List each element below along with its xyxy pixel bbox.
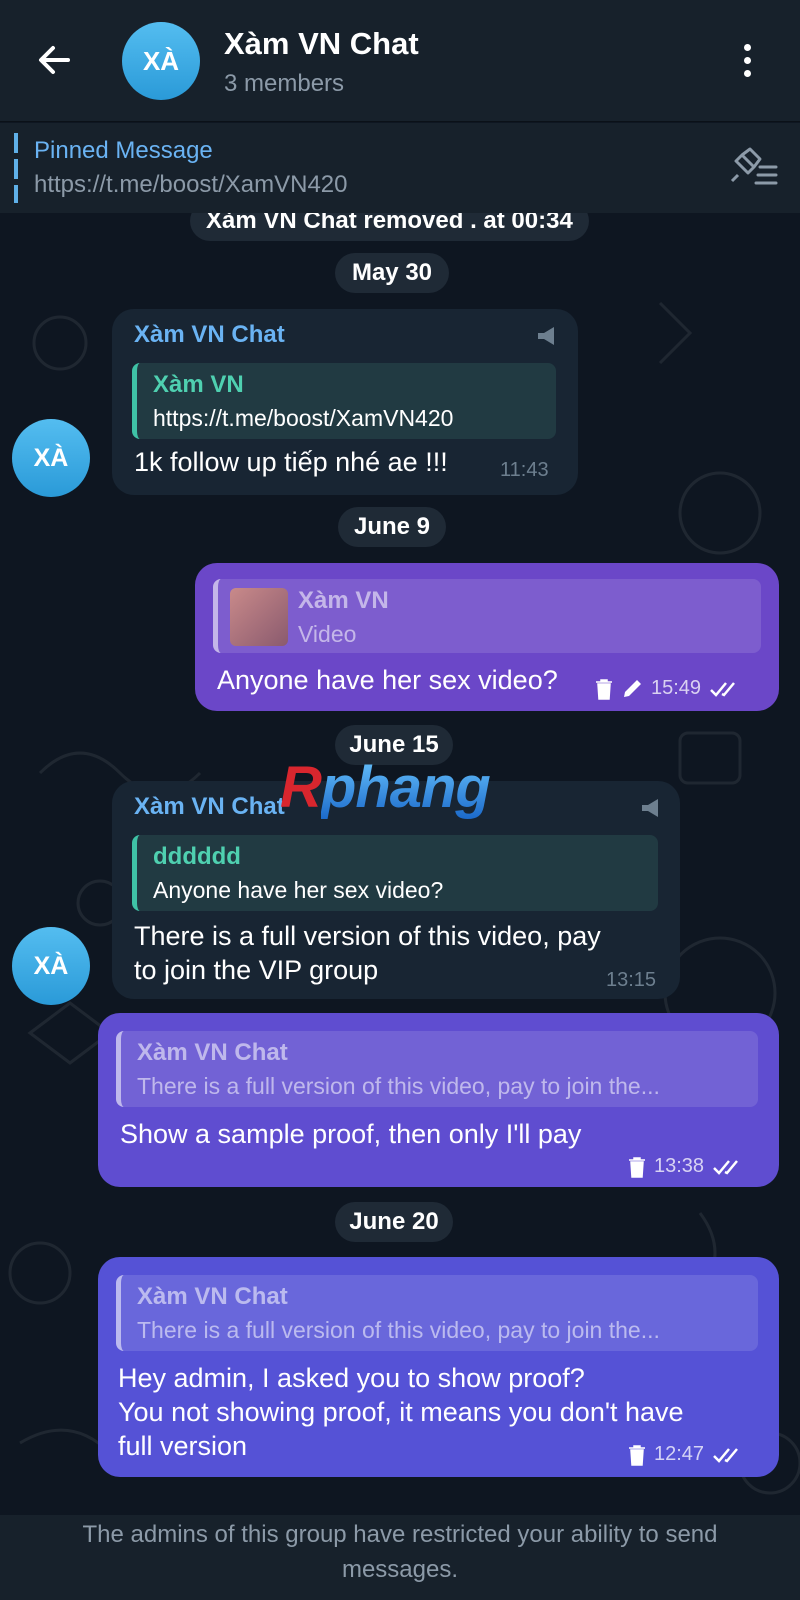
member-count: 3 members	[224, 70, 345, 97]
chat-title[interactable]: Xàm VN Chat	[224, 26, 419, 62]
delete-icon[interactable]	[628, 1156, 646, 1178]
message-text-line1: Hey admin, I asked you to show proof?	[118, 1363, 585, 1393]
quote-text: https://t.me/boost/XamVN420	[153, 405, 454, 431]
video-thumbnail	[230, 588, 288, 646]
message-text: 1k follow up tiếp nhé ae !!!	[134, 447, 448, 477]
message-text: Show a sample proof, then only I'll pay	[120, 1119, 582, 1149]
more-options-icon[interactable]	[740, 44, 754, 80]
quote-sender: dddddd	[153, 843, 241, 870]
sender-avatar[interactable]: XÀ	[12, 927, 90, 1005]
message-time: 12:47	[654, 1443, 705, 1465]
restricted-notice: The admins of this group have restricted…	[0, 1515, 800, 1600]
restricted-notice-line2: messages.	[341, 1556, 459, 1583]
read-checkmarks-icon	[713, 1159, 739, 1175]
quote-sender: Xàm VN Chat	[137, 1039, 288, 1066]
reply-quote[interactable]: Xàm VN Chat There is a full version of t…	[116, 1275, 758, 1351]
sender-avatar[interactable]: XÀ	[12, 419, 90, 497]
message-bubble-outgoing[interactable]: Xàm VN Video Anyone have her sex video? …	[195, 563, 779, 711]
delete-icon[interactable]	[628, 1444, 646, 1466]
group-avatar[interactable]: XÀ	[122, 22, 200, 100]
pin-list-icon[interactable]	[728, 145, 778, 187]
quote-text: Anyone have her sex video?	[153, 877, 444, 903]
message-text: Anyone have her sex video?	[217, 665, 558, 695]
quote-sender: Xàm VN	[153, 371, 244, 398]
sender-name[interactable]: Xàm VN Chat	[134, 793, 285, 821]
channel-icon	[538, 327, 554, 345]
message-text-line3: full version	[118, 1431, 248, 1461]
message-time: 15:49	[651, 677, 702, 699]
message-bubble-outgoing[interactable]: Xàm VN Chat There is a full version of t…	[98, 1257, 779, 1477]
quote-text: Video	[298, 621, 357, 647]
reply-quote[interactable]: dddddd Anyone have her sex video?	[132, 835, 658, 911]
message-time: 11:43	[500, 459, 549, 481]
date-separator: May 30	[335, 253, 449, 293]
sender-name[interactable]: Xàm VN Chat	[134, 321, 285, 349]
message-text-line2: to join the VIP group	[134, 955, 379, 985]
read-checkmarks-icon	[710, 681, 736, 697]
watermark-part1: R	[280, 755, 322, 820]
read-checkmarks-icon	[713, 1447, 739, 1463]
pinned-indicator	[14, 133, 18, 203]
pinned-text: https://t.me/boost/XamVN420	[34, 171, 348, 198]
chat-header: XÀ Xàm VN Chat 3 members	[0, 0, 800, 122]
message-bubble-outgoing[interactable]: Xàm VN Chat There is a full version of t…	[98, 1013, 779, 1187]
date-separator: June 20	[335, 1202, 453, 1242]
service-message: Xàm VN Chat removed . at 00:34	[190, 213, 589, 241]
quote-text: There is a full version of this video, p…	[137, 1073, 660, 1099]
message-text-line1: There is a full version of this video, p…	[134, 921, 601, 951]
reply-quote[interactable]: Xàm VN https://t.me/boost/XamVN420	[132, 363, 556, 439]
pinned-message-bar[interactable]: Pinned Message https://t.me/boost/XamVN4…	[0, 123, 800, 213]
quote-sender: Xàm VN	[298, 587, 389, 614]
date-separator: June 9	[338, 507, 446, 547]
watermark-part2: phang	[320, 755, 491, 820]
message-list[interactable]: Xàm VN Chat removed . at 00:34 May 30 XÀ…	[0, 213, 800, 1515]
message-meta: 15:49	[595, 677, 741, 700]
edit-icon[interactable]	[621, 678, 643, 700]
quote-text: There is a full version of this video, p…	[137, 1317, 660, 1343]
message-meta: 12:47	[628, 1443, 744, 1466]
quote-sender: Xàm VN Chat	[137, 1283, 288, 1310]
back-arrow-icon[interactable]	[34, 40, 74, 80]
message-meta: 13:38	[628, 1155, 744, 1178]
restricted-notice-line1: The admins of this group have restricted…	[82, 1521, 718, 1548]
message-time: 13:15	[606, 969, 657, 991]
message-time: 13:38	[654, 1155, 705, 1177]
watermark-logo: Rphang	[280, 754, 491, 821]
message-text-line2: You not showing proof, it means you don'…	[118, 1397, 684, 1427]
message-bubble-incoming[interactable]: Xàm VN Chat Xàm VN https://t.me/boost/Xa…	[112, 309, 578, 495]
reply-quote[interactable]: Xàm VN Video	[213, 579, 761, 653]
channel-icon	[642, 799, 658, 817]
pinned-label: Pinned Message	[34, 137, 213, 164]
reply-quote[interactable]: Xàm VN Chat There is a full version of t…	[116, 1031, 758, 1107]
delete-icon[interactable]	[595, 678, 613, 700]
